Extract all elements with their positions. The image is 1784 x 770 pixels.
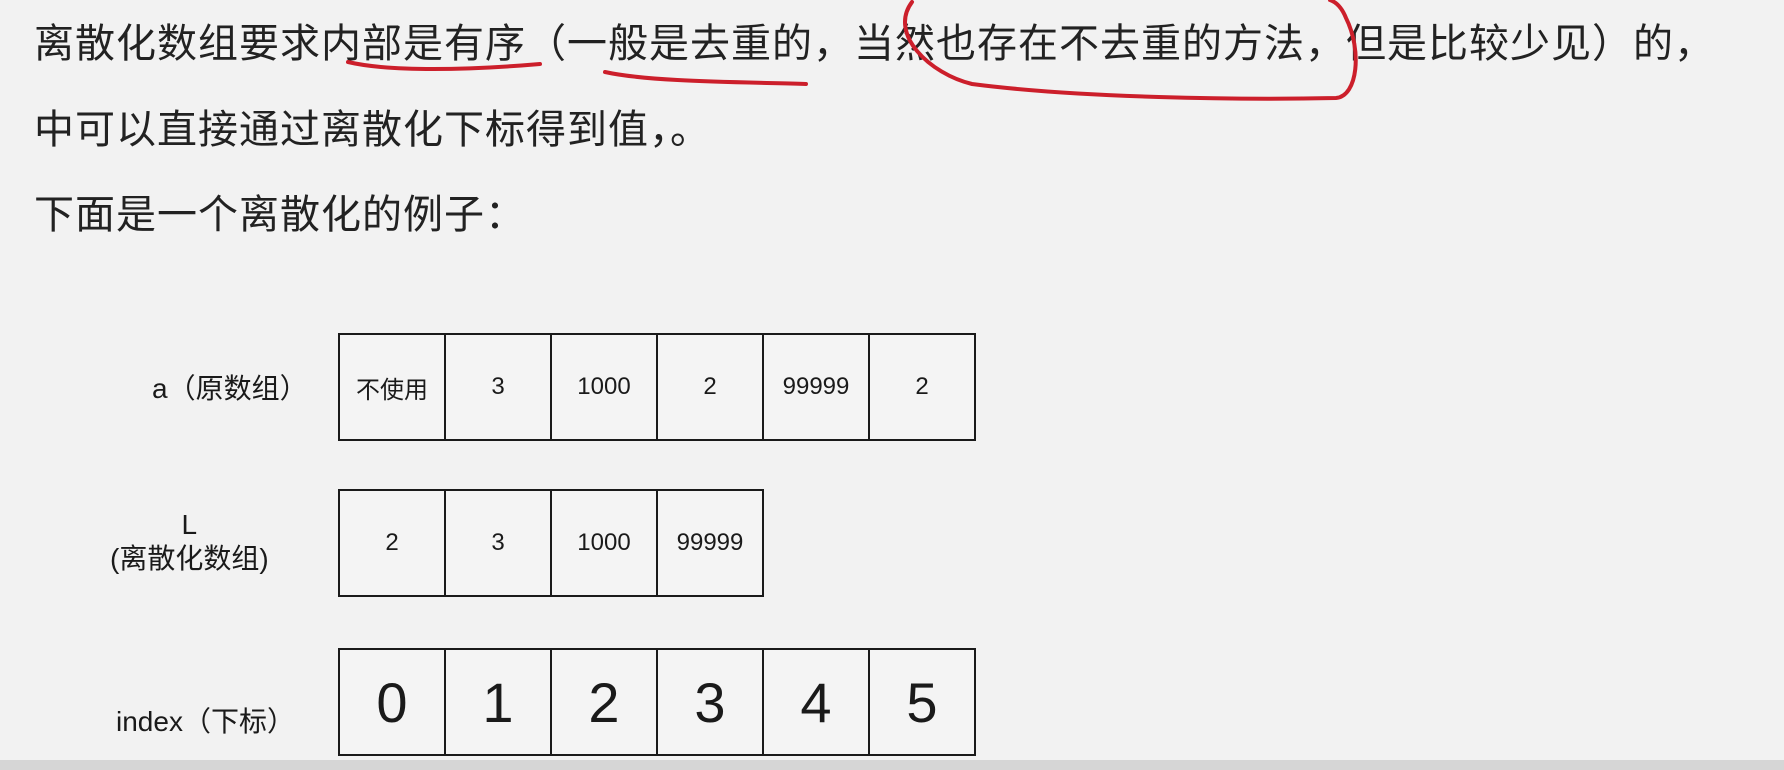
index-cell: 5	[868, 648, 976, 756]
original-array-row: 不使用 3 1000 2 99999 2	[338, 333, 976, 441]
row-label-index: index（下标）	[116, 706, 295, 737]
index-cell: 1	[444, 648, 552, 756]
row-label-line: (离散化数组)	[110, 543, 269, 574]
index-row: 0 1 2 3 4 5	[338, 648, 976, 756]
array-cell: 2	[656, 333, 764, 441]
array-cell: 99999	[656, 489, 764, 597]
paragraph-line-3: 下面是一个离散化的例子：	[34, 192, 526, 238]
discretized-array-row: 2 3 1000 99999	[338, 489, 764, 597]
paragraph-line-1: 离散化数组要求内部是有序（一般是去重的，当然也存在不去重的方法，但是比较少见）的…	[34, 21, 1715, 67]
array-cell: 1000	[550, 489, 658, 597]
array-cell: 2	[338, 489, 446, 597]
paragraph-line-2: 中可以直接通过离散化下标得到值，。	[34, 107, 711, 153]
array-cell: 99999	[762, 333, 870, 441]
row-label-line: L	[181, 509, 198, 540]
bottom-bar	[0, 760, 1784, 770]
row-label-discretized-array: L (离散化数组)	[110, 508, 269, 576]
array-cell: 1000	[550, 333, 658, 441]
underline-annotation	[603, 70, 808, 86]
index-cell: 0	[338, 648, 446, 756]
index-cell: 3	[656, 648, 764, 756]
index-cell: 4	[762, 648, 870, 756]
array-cell: 2	[868, 333, 976, 441]
row-label-original-array: a（原数组）	[152, 373, 308, 404]
array-cell: 3	[444, 489, 552, 597]
array-cell: 不使用	[338, 333, 446, 441]
array-cell: 3	[444, 333, 552, 441]
index-cell: 2	[550, 648, 658, 756]
